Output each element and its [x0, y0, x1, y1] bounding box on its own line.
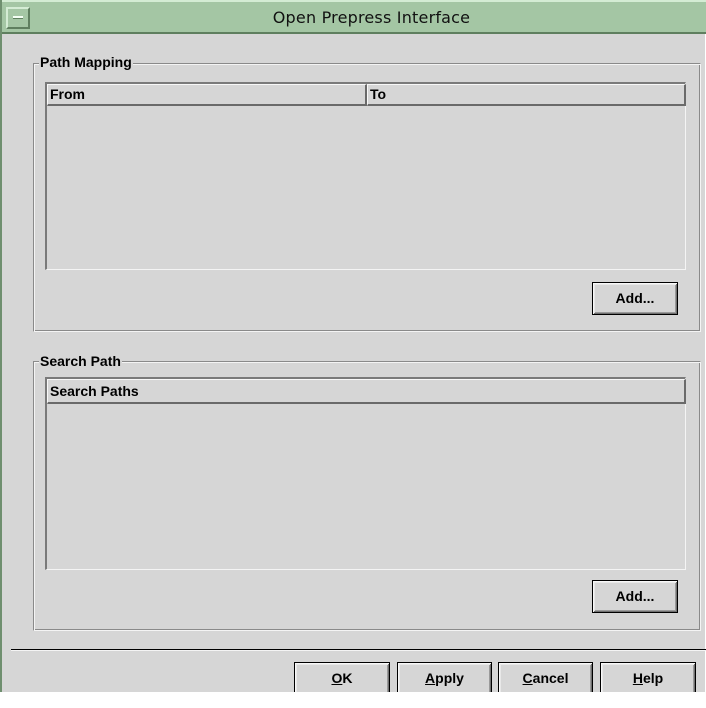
- apply-button[interactable]: Apply: [397, 662, 492, 695]
- help-label-rest: elp: [642, 670, 664, 686]
- title-bar[interactable]: Open Prepress Interface: [2, 0, 706, 34]
- search-path-add-button[interactable]: Add...: [592, 580, 678, 613]
- column-header-search-paths[interactable]: Search Paths: [47, 379, 686, 404]
- path-mapping-title: Path Mapping: [39, 54, 133, 70]
- window-menu-bar: [13, 16, 23, 19]
- path-mapping-add-button[interactable]: Add...: [592, 282, 678, 315]
- ok-label-rest: K: [342, 670, 353, 686]
- path-mapping-table[interactable]: From To: [45, 82, 686, 270]
- search-paths-table[interactable]: Search Paths: [45, 377, 686, 570]
- window-title: Open Prepress Interface: [272, 8, 471, 27]
- apply-label-rest: pply: [435, 670, 464, 686]
- cancel-label-rest: ancel: [532, 670, 569, 686]
- ok-mnemonic: O: [331, 670, 343, 686]
- column-header-from[interactable]: From: [47, 84, 367, 106]
- ok-button[interactable]: OK: [294, 662, 390, 695]
- column-header-to[interactable]: To: [367, 84, 686, 106]
- cancel-button[interactable]: Cancel: [498, 662, 593, 695]
- footer-separator: [11, 649, 706, 651]
- window-menu-icon[interactable]: [6, 7, 30, 29]
- apply-mnemonic: A: [425, 670, 436, 686]
- help-mnemonic: H: [632, 670, 643, 686]
- search-path-title: Search Path: [39, 353, 122, 369]
- cancel-mnemonic: C: [522, 670, 533, 686]
- dialog-window: Open Prepress Interface Path Mapping Fro…: [0, 0, 706, 695]
- help-button[interactable]: Help: [600, 662, 696, 695]
- desktop-background: [0, 692, 706, 708]
